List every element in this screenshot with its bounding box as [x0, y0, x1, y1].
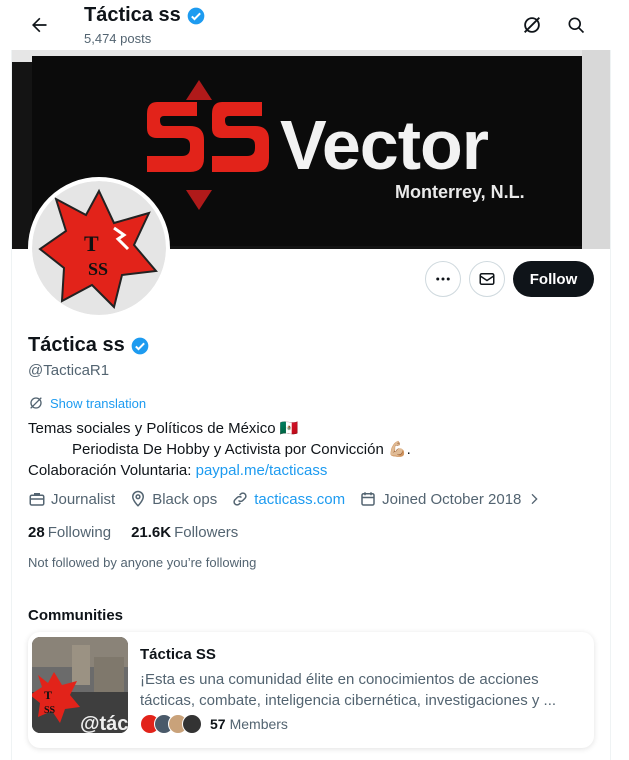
- post-count: 5,474 posts: [84, 31, 152, 46]
- follow-counts: 28 Following 21.6K Followers: [28, 524, 238, 541]
- communities-title: Communities: [28, 607, 124, 624]
- member-avatars: [140, 714, 202, 734]
- banner-brand: Vector: [280, 106, 489, 184]
- community-members: 57 Members: [140, 714, 288, 734]
- bio-line-1: Temas sociales y Políticos de México 🇲🇽: [28, 420, 299, 437]
- chevron-right-icon: [531, 493, 538, 505]
- not-followed-note: Not followed by anyone you’re following: [28, 555, 257, 570]
- community-description: ¡Esta es una comunidad élite en conocimi…: [140, 671, 557, 709]
- profile-bio: Temas sociales y Políticos de México 🇲🇽 …: [28, 418, 411, 481]
- briefcase-icon: [29, 493, 45, 506]
- svg-text:T: T: [84, 231, 99, 256]
- bio-line-2: Periodista De Hobby y Activista por Conv…: [72, 441, 411, 458]
- grok-button[interactable]: [517, 10, 547, 40]
- website-item: tacticass.com: [231, 490, 345, 508]
- more-dots-icon: [436, 277, 450, 281]
- joined-item[interactable]: Joined October 2018: [359, 490, 542, 508]
- search-button[interactable]: [561, 10, 591, 40]
- more-button[interactable]: [425, 261, 461, 297]
- translate-icon: [30, 397, 42, 409]
- show-translation-link[interactable]: Show translation: [28, 395, 146, 411]
- community-card[interactable]: T SS @tác Táctica SS ¡Esta es una comuni…: [28, 632, 594, 748]
- community-name: Táctica SS: [140, 646, 216, 663]
- top-bar: Táctica ss 5,474 posts: [0, 0, 629, 50]
- arrow-left-icon: [32, 17, 47, 33]
- envelope-icon: [479, 273, 495, 285]
- svg-text:T: T: [44, 688, 52, 702]
- website-link[interactable]: tacticass.com: [254, 491, 345, 508]
- verified-badge-icon: [131, 337, 149, 354]
- category-item: Journalist: [28, 490, 115, 508]
- svg-text:SS: SS: [88, 259, 108, 279]
- calendar-icon: [361, 492, 375, 506]
- followers-link[interactable]: 21.6K Followers: [131, 524, 238, 541]
- message-button[interactable]: [469, 261, 505, 297]
- header-title: Táctica ss: [84, 4, 206, 27]
- profile-name: Táctica ss: [28, 334, 150, 357]
- following-link[interactable]: 28 Following: [28, 524, 111, 541]
- bio-line-3: Colaboración Voluntaria: paypal.me/tacti…: [28, 462, 328, 479]
- bio-link[interactable]: paypal.me/tacticass: [196, 462, 328, 479]
- avatar-logo-icon: T SS: [38, 188, 158, 309]
- verified-badge-icon: [187, 7, 205, 24]
- search-icon: [568, 17, 585, 34]
- banner-location: Monterrey, N.L.: [395, 182, 525, 202]
- ss-logo-icon: [147, 102, 269, 172]
- svg-text:SS: SS: [44, 705, 56, 716]
- link-icon: [233, 492, 247, 506]
- location-item: Black ops: [129, 490, 217, 508]
- community-thumbnail: T SS @tác: [32, 637, 128, 733]
- profile-meta: Journalist Black ops tacticass.com Joine…: [28, 490, 556, 508]
- profile-handle: @TacticaR1: [28, 362, 110, 379]
- avatar[interactable]: T SS: [28, 177, 170, 319]
- follow-button[interactable]: Follow: [513, 261, 594, 297]
- location-pin-icon: [132, 490, 145, 507]
- member-avatar: [182, 714, 202, 734]
- grok-icon: [524, 17, 540, 33]
- back-button[interactable]: [24, 10, 54, 40]
- community-thumb-text: @tác: [80, 713, 128, 733]
